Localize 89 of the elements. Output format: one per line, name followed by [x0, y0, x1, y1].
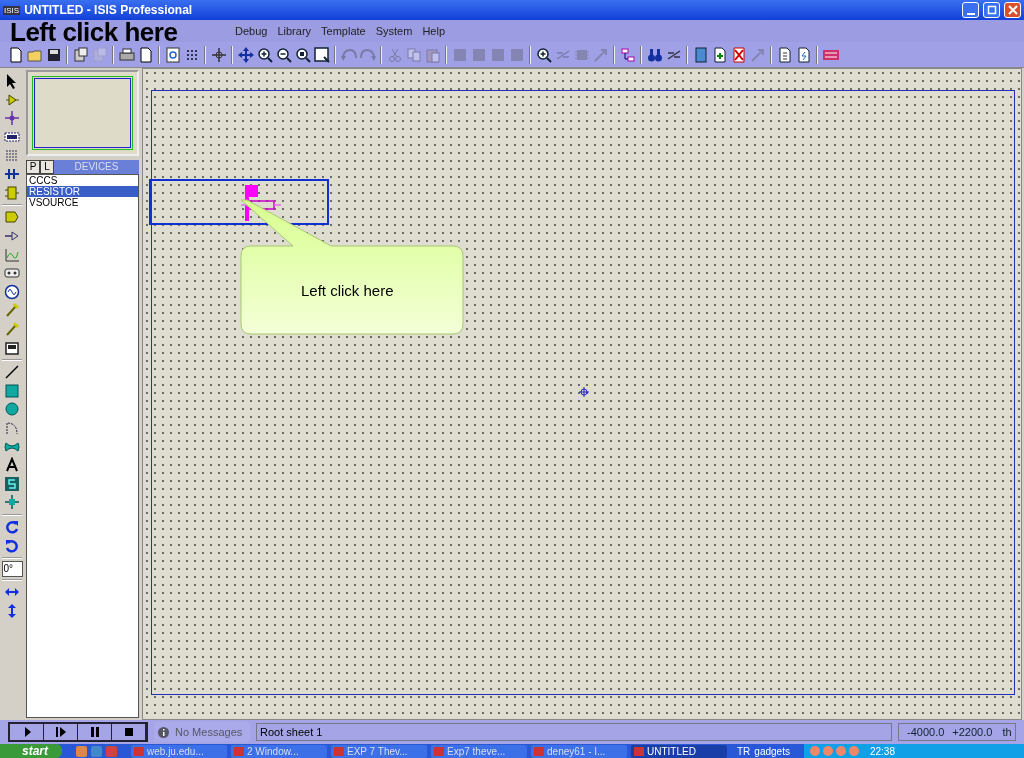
- maximize-icon: [986, 5, 997, 15]
- caption-text: Left click here: [10, 20, 178, 44]
- junction-icon: [4, 110, 20, 127]
- page-icon: [7, 46, 24, 63]
- block-icon: [508, 46, 525, 63]
- menu-item[interactable]: System: [370, 25, 418, 37]
- sheet-field: Root sheet 1: [256, 723, 892, 741]
- component-icon: [4, 91, 20, 108]
- arc-icon: [4, 420, 20, 436]
- page-icon: [137, 46, 154, 63]
- language-indicator[interactable]: TR: [737, 745, 751, 757]
- paste-icon: [424, 46, 441, 63]
- probe-icon: [4, 302, 20, 319]
- rotate-icon: [4, 537, 20, 554]
- taskbar-button[interactable]: 2 Window...: [231, 744, 327, 758]
- start-button[interactable]: start: [0, 744, 62, 758]
- toolbar-button[interactable]: [312, 44, 331, 65]
- clock: 22:38: [869, 745, 895, 757]
- menu-item[interactable]: Library: [272, 25, 317, 37]
- device-item[interactable]: RESISTOR: [27, 186, 138, 197]
- redo-icon: [359, 46, 376, 63]
- square-icon: [4, 382, 20, 399]
- symbol-icon: [4, 475, 20, 492]
- move-icon: [237, 46, 254, 63]
- taskbar-button[interactable]: EXP 7 Thev...: [331, 744, 427, 758]
- menu-item[interactable]: Template: [316, 25, 371, 37]
- angle-field[interactable]: 0°: [1, 560, 23, 577]
- undo-icon: [340, 46, 357, 63]
- taskbar-button[interactable]: gadgets: [754, 745, 790, 757]
- arrow-icon: [592, 46, 609, 63]
- taskbar-button[interactable]: UNTITLED: [631, 744, 727, 758]
- block-icon: [451, 46, 468, 63]
- taskbar-button[interactable]: deney61 - I...: [531, 744, 627, 758]
- probe-icon: [4, 321, 20, 337]
- window-title: UNTITLED - ISIS Professional: [24, 3, 193, 17]
- sheet-icon: [692, 46, 709, 63]
- device-item[interactable]: VSOURCE: [27, 197, 138, 208]
- taskbar-button[interactable]: Exp7 theve...: [431, 744, 527, 758]
- toolbar-button[interactable]: [2, 282, 22, 302]
- devices-heading: DEVICES: [73, 160, 120, 174]
- taskbar-button[interactable]: web.ju.edu...: [131, 744, 227, 758]
- block-icon: [489, 46, 506, 63]
- document-icon: [776, 46, 793, 63]
- messages-indicator[interactable]: No Messages: [154, 722, 250, 742]
- step-icon: [53, 725, 68, 739]
- graph-icon: [4, 246, 20, 263]
- maximize-button[interactable]: [983, 2, 1000, 18]
- origin-marker: [579, 387, 589, 397]
- text-icon: [4, 457, 20, 474]
- close-button[interactable]: [1004, 2, 1021, 18]
- marker-icon: [4, 494, 20, 511]
- binoculars-icon: [646, 46, 663, 63]
- copy-icon: [405, 46, 422, 63]
- minimize-icon: [966, 12, 975, 15]
- block-icon: [470, 46, 487, 63]
- add-page-icon: [711, 46, 728, 63]
- cut-icon: [386, 46, 403, 63]
- minimize-button[interactable]: [962, 2, 979, 18]
- menu-item[interactable]: Help: [417, 25, 450, 37]
- rotate-icon: [4, 518, 20, 535]
- device-item[interactable]: CCCS: [27, 175, 138, 186]
- documents-icon: [72, 46, 89, 63]
- circle-icon: [4, 401, 20, 418]
- zoom-in-icon: [256, 46, 273, 63]
- generator-icon: [4, 283, 20, 300]
- arrow-icon: [749, 46, 766, 63]
- app-icon: ISIS: [3, 5, 21, 15]
- zoom-out-icon: [275, 46, 292, 63]
- terminal-icon: [4, 209, 20, 226]
- zoom-area-icon: [313, 46, 330, 63]
- panel-tab-button[interactable]: L: [40, 160, 54, 174]
- callout-text: Left click here: [301, 282, 394, 299]
- info-icon: [158, 726, 169, 738]
- printer-icon: [118, 46, 135, 63]
- document-icon: [795, 46, 812, 63]
- panel-tab-button[interactable]: P: [26, 160, 40, 174]
- subcircuit-icon: [4, 184, 20, 201]
- text-lines-icon: [4, 147, 20, 164]
- line-icon: [4, 364, 20, 381]
- netlist-icon: [619, 46, 636, 63]
- menu-item[interactable]: Debug: [230, 25, 273, 37]
- close-icon: [1007, 5, 1018, 15]
- zoom-icon: [294, 46, 311, 63]
- crosshair-icon: [210, 46, 227, 63]
- documents-icon: [91, 46, 108, 63]
- delete-page-icon: [730, 46, 747, 63]
- coordinates-display: -4000.0 +2200.0 th: [898, 723, 1016, 741]
- instrument-icon: [4, 339, 20, 356]
- zoom-in-icon: [535, 46, 552, 63]
